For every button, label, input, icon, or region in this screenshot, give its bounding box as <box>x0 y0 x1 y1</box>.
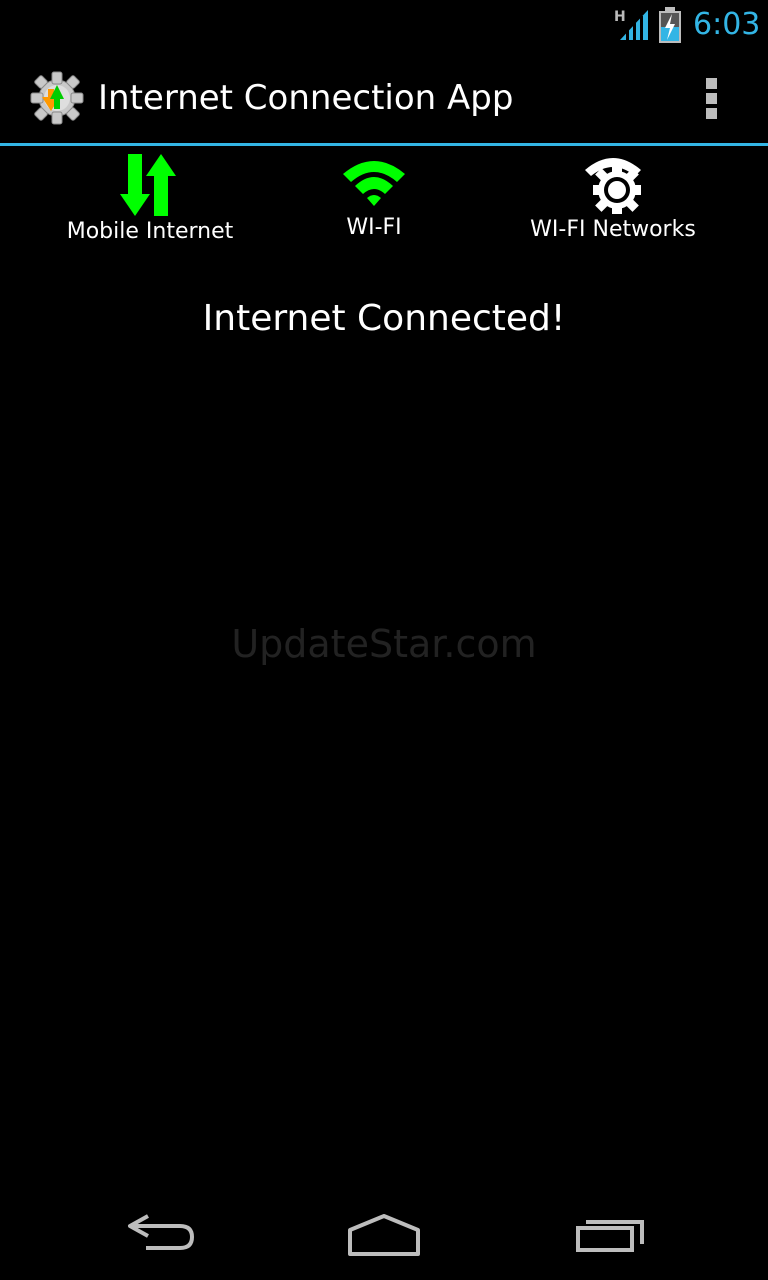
wifi-networks-label: WI-FI Networks <box>530 217 696 242</box>
status-bar: H 6:03 <box>0 0 768 50</box>
action-bar: Internet Connection App <box>0 50 768 143</box>
watermark: UpdateStar.com <box>231 622 537 666</box>
app-title: Internet Connection App <box>98 78 514 118</box>
mobile-internet-button[interactable]: Mobile Internet <box>60 152 240 246</box>
mobile-internet-label: Mobile Internet <box>66 219 234 244</box>
cell-signal-icon: H <box>614 9 648 42</box>
wifi-settings-gear-icon <box>585 158 641 214</box>
home-icon[interactable] <box>344 1208 424 1258</box>
recent-apps-icon[interactable] <box>570 1208 650 1258</box>
overflow-menu-icon[interactable] <box>700 76 724 120</box>
mobile-data-arrows-icon <box>120 154 176 216</box>
wifi-networks-button[interactable]: WI-FI Networks <box>520 152 706 244</box>
wifi-label: WI-FI <box>346 215 402 240</box>
action-bar-divider <box>0 143 768 146</box>
wifi-icon <box>343 161 405 206</box>
network-type-label: H <box>614 9 626 25</box>
clock: 6:03 <box>693 7 761 42</box>
battery-charging-icon <box>659 7 681 43</box>
back-icon[interactable] <box>120 1208 200 1258</box>
navigation-bar <box>0 1180 768 1280</box>
connection-status-text: Internet Connected! <box>202 298 566 339</box>
app-gear-icon <box>30 71 84 125</box>
wifi-button[interactable]: WI-FI <box>314 152 434 242</box>
